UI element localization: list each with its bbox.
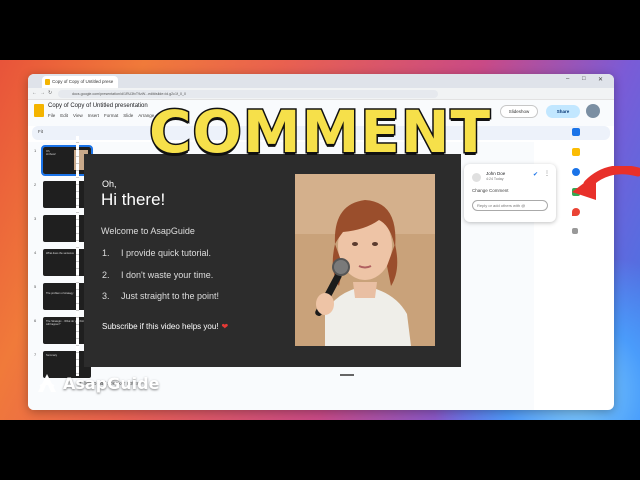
tab-title: Copy of Copy of Untitled prese [52,79,114,84]
list-item: 2. I don't waste your time. [102,270,219,292]
vertical-ruler [76,136,79,376]
heart-icon: ❤ [221,322,229,331]
forward-icon[interactable]: → [40,90,45,96]
reload-icon[interactable]: ↻ [48,90,52,96]
asapguide-logo-icon [38,374,56,392]
thumbnail-text: The Strategic... What do you think will … [46,320,86,327]
list-number: 2. [102,269,110,280]
list-text: I provide quick tutorial. [121,248,212,258]
slide-canvas[interactable]: Oh, Hi there! Welcome to AsapGuide 1. I p… [84,154,461,367]
list-text: I don't waste your time. [121,269,214,280]
thumbnail-text: The problem of strategy [46,292,74,295]
list-item: 3. Just straight to the point! [102,291,219,313]
resize-handle[interactable] [340,374,354,376]
slide-number: 5 [34,284,37,289]
list-number: 1. [102,248,110,258]
brand-watermark: AsapGuide [36,372,159,394]
slide-welcome-text[interactable]: Welcome to AsapGuide [101,226,195,236]
back-icon[interactable]: ← [32,90,37,96]
reply-input[interactable]: Reply or add others with @ [472,200,548,211]
woman-with-microphone-image [295,174,435,346]
slide-greeting-small[interactable]: Oh, [102,179,117,189]
close-window-button[interactable]: ✕ [598,76,603,83]
list-text: Just straight to the point! [121,291,220,301]
slide-number: 3 [34,216,37,221]
brand-name: AsapGuide [63,373,160,393]
comment-text: Change Comment [472,188,509,193]
browser-tab[interactable]: Copy of Copy of Untitled prese [42,76,118,88]
minimize-button[interactable]: – [566,76,569,82]
maximize-button[interactable]: □ [582,76,586,82]
tab-bar: Copy of Copy of Untitled prese – □ ✕ [28,74,614,88]
maps-icon[interactable] [572,208,580,216]
comment-card[interactable]: John Doe 4:24 Today ✔ ⋮ Change Comment R… [464,164,556,222]
list-item: 1. I provide quick tutorial. [102,248,219,270]
thumbnail-text: Summary [46,354,58,357]
slide-numbered-list[interactable]: 1. I provide quick tutorial. 2. I don't wa… [102,248,219,313]
url-field[interactable]: docs.google.com/presentation/d/1RU3fvT9z… [58,90,438,98]
slide-number: 4 [34,250,37,255]
list-number: 3. [102,291,110,301]
slide-subscribe-text[interactable]: Subscribe if this video helps you! ❤ [102,322,228,331]
add-addon-icon[interactable] [572,228,578,234]
slide-number: 6 [34,318,37,323]
resolve-check-icon[interactable]: ✔ [533,171,538,178]
commenter-avatar [472,173,481,182]
thumbnail-text: What does the sentence [46,252,74,255]
pointer-arrow-icon [572,166,640,200]
comment-author: John Doe [486,171,506,176]
slide-greeting-big[interactable]: Hi there! [101,190,165,210]
slide-number: 7 [34,352,37,357]
slide-number: 2 [34,182,37,187]
slides-favicon-icon [45,79,50,85]
comment-time: 4:24 Today [486,177,504,181]
subscribe-label: Subscribe if this video helps you! [102,322,219,331]
slide-photo[interactable] [295,174,435,346]
overlay-headline: COMMENT [147,97,492,168]
more-options-icon[interactable]: ⋮ [544,170,550,177]
